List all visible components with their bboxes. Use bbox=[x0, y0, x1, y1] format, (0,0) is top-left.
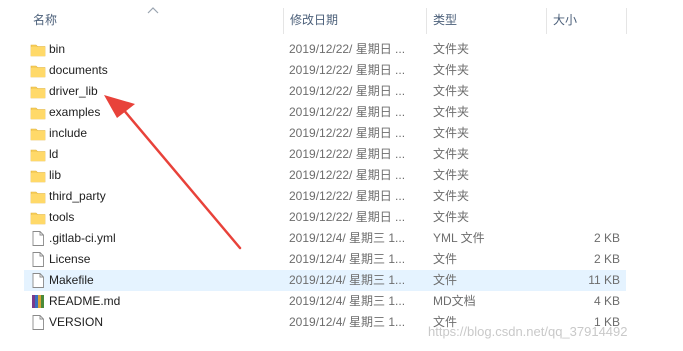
file-date: 2019/12/22/ 星期日 ... bbox=[289, 63, 406, 77]
file-row[interactable]: tools 2019/12/22/ 星期日 ... 文件夹 bbox=[24, 207, 626, 228]
file-name: README.md bbox=[49, 294, 121, 308]
file-icon bbox=[30, 251, 46, 268]
column-header-bar: 名称 修改日期 类型 大小 bbox=[0, 0, 683, 36]
file-size: 2 KB bbox=[593, 231, 620, 245]
file-row[interactable]: examples 2019/12/22/ 星期日 ... 文件夹 bbox=[24, 102, 626, 123]
file-row[interactable]: driver_lib 2019/12/22/ 星期日 ... 文件夹 bbox=[24, 81, 626, 102]
file-row[interactable]: documents 2019/12/22/ 星期日 ... 文件夹 bbox=[24, 60, 626, 81]
file-name: tools bbox=[49, 210, 75, 224]
file-type: 文件夹 bbox=[433, 105, 470, 119]
file-date: 2019/12/4/ 星期三 1... bbox=[289, 252, 406, 266]
file-date: 2019/12/4/ 星期三 1... bbox=[289, 294, 406, 308]
file-type: 文件 bbox=[433, 252, 458, 266]
file-type: 文件夹 bbox=[433, 63, 470, 77]
folder-icon bbox=[30, 104, 46, 121]
file-date: 2019/12/22/ 星期日 ... bbox=[289, 126, 406, 140]
file-icon bbox=[30, 272, 46, 289]
file-date: 2019/12/22/ 星期日 ... bbox=[289, 42, 406, 56]
column-header-date[interactable]: 修改日期 bbox=[290, 0, 338, 36]
folder-icon bbox=[30, 125, 46, 142]
file-row[interactable]: bin 2019/12/22/ 星期日 ... 文件夹 bbox=[24, 39, 626, 60]
folder-icon bbox=[30, 41, 46, 58]
file-date: 2019/12/4/ 星期三 1... bbox=[289, 315, 406, 329]
file-name: .gitlab-ci.yml bbox=[49, 231, 116, 245]
file-name: documents bbox=[49, 63, 108, 77]
file-type: 文件夹 bbox=[433, 210, 470, 224]
file-name: third_party bbox=[49, 189, 106, 203]
folder-icon bbox=[30, 167, 46, 184]
column-divider[interactable] bbox=[283, 8, 284, 34]
file-row[interactable]: .gitlab-ci.yml 2019/12/4/ 星期三 1... YML 文件 2… bbox=[24, 228, 626, 249]
folder-icon bbox=[30, 188, 46, 205]
file-date: 2019/12/4/ 星期三 1... bbox=[289, 273, 406, 287]
file-icon bbox=[30, 230, 46, 247]
column-header-size[interactable]: 大小 bbox=[553, 0, 577, 36]
column-header-type[interactable]: 类型 bbox=[433, 0, 457, 36]
file-date: 2019/12/22/ 星期日 ... bbox=[289, 105, 406, 119]
file-name: examples bbox=[49, 105, 101, 119]
file-type: MD文档 bbox=[433, 294, 476, 308]
file-date: 2019/12/22/ 星期日 ... bbox=[289, 210, 406, 224]
file-row[interactable]: README.md 2019/12/4/ 星期三 1... MD文档 4 KB bbox=[24, 291, 626, 312]
file-row[interactable]: ld 2019/12/22/ 星期日 ... 文件夹 bbox=[24, 144, 626, 165]
folder-icon bbox=[30, 146, 46, 163]
file-size: 2 KB bbox=[593, 252, 620, 266]
folder-icon bbox=[30, 209, 46, 226]
file-row[interactable]: third_party 2019/12/22/ 星期日 ... 文件夹 bbox=[24, 186, 626, 207]
file-type: 文件夹 bbox=[433, 84, 470, 98]
file-date: 2019/12/4/ 星期三 1... bbox=[289, 231, 406, 245]
file-name: License bbox=[49, 252, 91, 266]
watermark: https://blog.csdn.net/qq_37914492 bbox=[428, 324, 628, 339]
file-date: 2019/12/22/ 星期日 ... bbox=[289, 84, 406, 98]
file-row[interactable]: License 2019/12/4/ 星期三 1... 文件 2 KB bbox=[24, 249, 626, 270]
file-row[interactable]: include 2019/12/22/ 星期日 ... 文件夹 bbox=[24, 123, 626, 144]
column-header-name[interactable]: 名称 bbox=[33, 0, 57, 36]
sort-ascending-icon bbox=[147, 7, 159, 14]
file-name: VERSION bbox=[49, 315, 104, 329]
file-size: 4 KB bbox=[593, 294, 620, 308]
file-size: 11 KB bbox=[588, 273, 620, 287]
file-date: 2019/12/22/ 星期日 ... bbox=[289, 189, 406, 203]
markdown-file-icon bbox=[30, 293, 46, 310]
file-name: ld bbox=[49, 147, 59, 161]
file-date: 2019/12/22/ 星期日 ... bbox=[289, 168, 406, 182]
file-name: driver_lib bbox=[49, 84, 98, 98]
column-divider[interactable] bbox=[626, 8, 627, 34]
file-row[interactable]: Makefile 2019/12/4/ 星期三 1... 文件 11 KB bbox=[24, 270, 626, 291]
file-name: include bbox=[49, 126, 88, 140]
file-type: 文件夹 bbox=[433, 126, 470, 140]
file-name: bin bbox=[49, 42, 66, 56]
file-type: 文件夹 bbox=[433, 147, 470, 161]
file-type: 文件夹 bbox=[433, 189, 470, 203]
folder-icon bbox=[30, 83, 46, 100]
file-date: 2019/12/22/ 星期日 ... bbox=[289, 147, 406, 161]
file-name: Makefile bbox=[49, 273, 94, 287]
file-icon bbox=[30, 314, 46, 331]
column-divider[interactable] bbox=[426, 8, 427, 34]
file-type: 文件夹 bbox=[433, 42, 470, 56]
file-row[interactable]: lib 2019/12/22/ 星期日 ... 文件夹 bbox=[24, 165, 626, 186]
file-type: 文件 bbox=[433, 273, 458, 287]
column-divider[interactable] bbox=[546, 8, 547, 34]
file-type: 文件夹 bbox=[433, 168, 470, 182]
file-type: YML 文件 bbox=[433, 231, 485, 245]
folder-icon bbox=[30, 62, 46, 79]
file-name: lib bbox=[49, 168, 62, 182]
